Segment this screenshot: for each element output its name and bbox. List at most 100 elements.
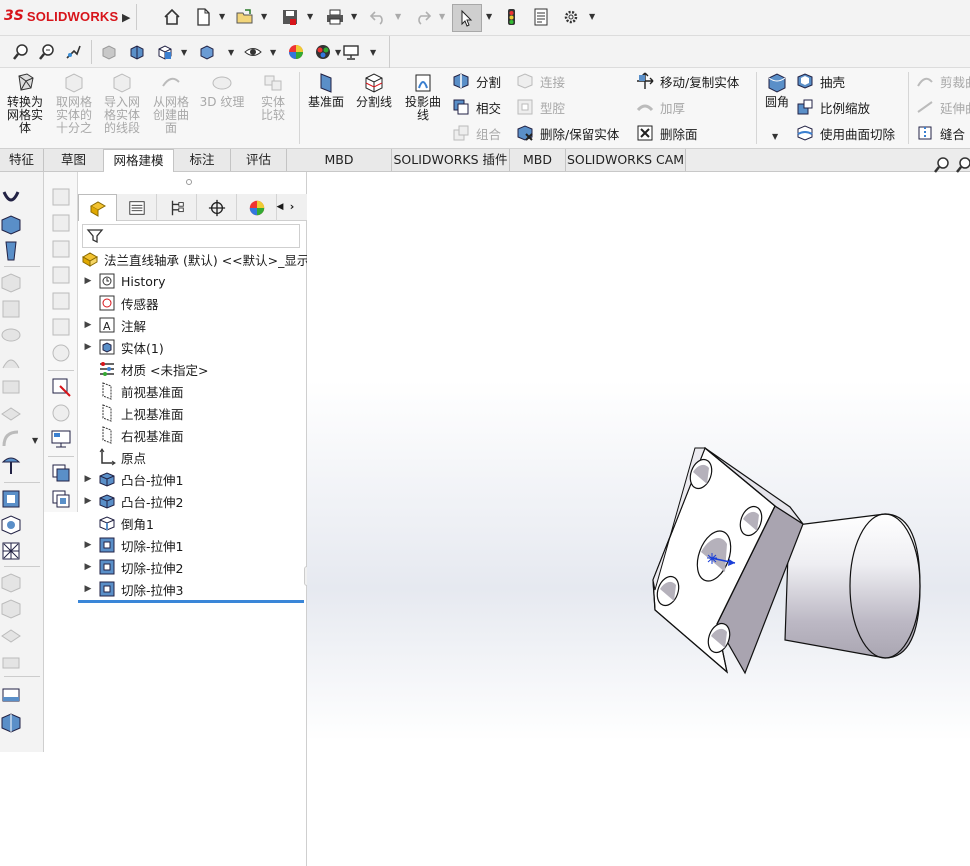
undo-dropdown-icon[interactable]: ▼	[395, 12, 401, 21]
orientation-dropdown-icon[interactable]: ▼	[181, 48, 187, 57]
menu-expand-icon[interactable]: ▶	[122, 11, 130, 24]
disabled-tool-icon[interactable]	[0, 428, 22, 450]
combine-button[interactable]: 组合	[452, 122, 501, 144]
disabled-tool-icon[interactable]	[50, 402, 72, 424]
expand-arrow-icon[interactable]: ▶	[82, 342, 94, 352]
disabled-tool-icon[interactable]	[0, 350, 22, 372]
tree-node[interactable]: 材质 <未指定>	[82, 358, 208, 380]
disabled-tool-icon[interactable]	[50, 290, 72, 312]
disabled-tool-icon[interactable]	[0, 324, 22, 346]
new-document-icon[interactable]	[192, 6, 214, 28]
expand-arrow-icon[interactable]: ▶	[82, 276, 94, 286]
tree-node[interactable]: ▶ 凸台-拉伸2	[82, 490, 183, 512]
tab-dimxpert-manager[interactable]	[198, 194, 237, 221]
surface-cut-button[interactable]: 使用曲面切除	[796, 122, 895, 144]
expand-arrow-icon[interactable]: ▶	[82, 474, 94, 484]
disabled-tool-icon[interactable]	[50, 238, 72, 260]
save-icon[interactable]	[279, 6, 301, 28]
tab-feature-tree[interactable]	[78, 194, 117, 221]
disabled-tool-icon[interactable]	[50, 316, 72, 338]
move-copy-body-button[interactable]: 移动/复制实体	[636, 70, 739, 92]
disabled-tool-icon[interactable]	[0, 402, 22, 424]
disabled-tool-icon[interactable]	[0, 298, 22, 320]
save-dropdown-icon[interactable]: ▼	[307, 12, 313, 21]
select-dropdown-icon[interactable]: ▼	[486, 12, 492, 21]
expand-arrow-icon[interactable]: ▶	[82, 320, 94, 330]
tab-sketch[interactable]: 草图	[44, 149, 104, 171]
tree-node[interactable]: ▶ 实体(1)	[82, 336, 164, 358]
new-dropdown-icon[interactable]: ▼	[219, 12, 225, 21]
panel-grip-icon[interactable]	[186, 179, 192, 185]
tab-mbd-dimensions[interactable]: MBD Dimensions	[287, 149, 392, 188]
intersect-tool-icon[interactable]	[0, 712, 22, 734]
tree-node[interactable]: 上视基准面	[82, 402, 184, 424]
tree-node[interactable]: 右视基准面	[82, 424, 184, 446]
flange-linear-bearing-model[interactable]	[307, 172, 970, 866]
disabled-tool-icon[interactable]	[50, 342, 72, 364]
redo-icon[interactable]	[412, 6, 434, 28]
tabs-scroll-right-icon[interactable]: ›	[286, 198, 298, 216]
tree-node[interactable]: ▶ History	[82, 270, 165, 292]
file-properties-icon[interactable]	[530, 6, 552, 28]
display-style-icon[interactable]	[196, 41, 218, 63]
tab-solidworks-cam[interactable]: SOLIDWORKS CAM	[566, 149, 686, 171]
options-dropdown-icon[interactable]: ▼	[589, 12, 595, 21]
options-gear-icon[interactable]	[560, 6, 582, 28]
scale-button[interactable]: 比例缩放	[796, 96, 870, 118]
view-settings-dropdown-icon[interactable]: ▼	[370, 48, 376, 57]
disabled-tool-icon[interactable]	[50, 186, 72, 208]
tree-filter-box[interactable]	[82, 224, 300, 248]
tree-node[interactable]: 倒角1	[82, 512, 154, 534]
print-icon[interactable]	[324, 6, 346, 28]
knit-surface-button[interactable]: 缝合	[916, 122, 965, 144]
trim-surface-button[interactable]: 剪裁曲	[916, 70, 970, 92]
fillet-button[interactable]: 圆角	[760, 72, 794, 109]
solidworks-logo[interactable]: 3S SOLIDWORKS	[4, 8, 118, 24]
cavity-button[interactable]: 型腔	[516, 96, 565, 118]
expand-arrow-icon[interactable]: ▶	[82, 584, 94, 594]
hide-show-dropdown-icon[interactable]: ▼	[270, 48, 276, 57]
previous-view-icon[interactable]	[62, 41, 84, 63]
apply-scene-icon[interactable]	[312, 41, 334, 63]
tree-node[interactable]: ▶ A 注解	[82, 314, 146, 336]
disabled-tool-icon[interactable]	[0, 572, 22, 594]
wrap-tool-icon[interactable]	[0, 684, 22, 706]
body-compare-button[interactable]: 实体比较	[250, 72, 296, 122]
zoom-area-icon[interactable]	[36, 41, 58, 63]
disabled-tool-icon[interactable]	[0, 650, 22, 672]
delete-face-button[interactable]: 删除面	[636, 122, 698, 144]
expand-arrow-icon[interactable]: ▶	[82, 496, 94, 506]
thicken-button[interactable]: 加厚	[636, 96, 685, 118]
tab-features[interactable]: 特征	[0, 149, 44, 171]
tab-property-manager[interactable]	[118, 194, 157, 221]
revolve-icon[interactable]	[0, 188, 22, 210]
split-line-button[interactable]: 分割线	[352, 72, 396, 109]
connect-button[interactable]: 连接	[516, 70, 565, 92]
surface-from-mesh-button[interactable]: 从网格创建曲面	[148, 72, 194, 135]
tab-mesh-modeling[interactable]: 网格建模	[104, 149, 174, 172]
edit-appearance-icon[interactable]	[285, 41, 307, 63]
zoom-to-fit-icon[interactable]	[10, 41, 32, 63]
open-icon[interactable]	[234, 6, 256, 28]
import-mesh-segments-button[interactable]: 导入网格实体的线段	[100, 72, 144, 135]
tool-dropdown-icon[interactable]: ▼	[32, 436, 38, 445]
boss-sweep-icon[interactable]	[0, 214, 22, 236]
disabled-tool-icon[interactable]	[0, 376, 22, 398]
open-dropdown-icon[interactable]: ▼	[261, 12, 267, 21]
tree-node[interactable]: ▶ 切除-拉伸1	[82, 534, 183, 556]
display-pane-icon[interactable]	[50, 428, 72, 450]
dynamic-annotation-icon[interactable]	[126, 41, 148, 63]
intersect-button[interactable]: 相交	[452, 96, 501, 118]
split-button[interactable]: 分割	[452, 70, 501, 92]
3d-texture-button[interactable]: 3D 纹理	[198, 72, 246, 109]
projected-curve-button[interactable]: 投影曲线	[400, 72, 446, 122]
loft-icon[interactable]	[0, 240, 22, 262]
delete-keep-body-button[interactable]: 删除/保留实体	[516, 122, 619, 144]
pin-icon[interactable]	[0, 454, 22, 476]
section-view-icon[interactable]	[98, 41, 120, 63]
pattern-tool-icon[interactable]	[0, 540, 22, 562]
tree-node[interactable]: 传感器	[82, 292, 159, 314]
tab-evaluate[interactable]: 评估	[231, 149, 287, 171]
disabled-tool-icon[interactable]	[50, 264, 72, 286]
display-style-dropdown-icon[interactable]: ▼	[228, 48, 234, 57]
